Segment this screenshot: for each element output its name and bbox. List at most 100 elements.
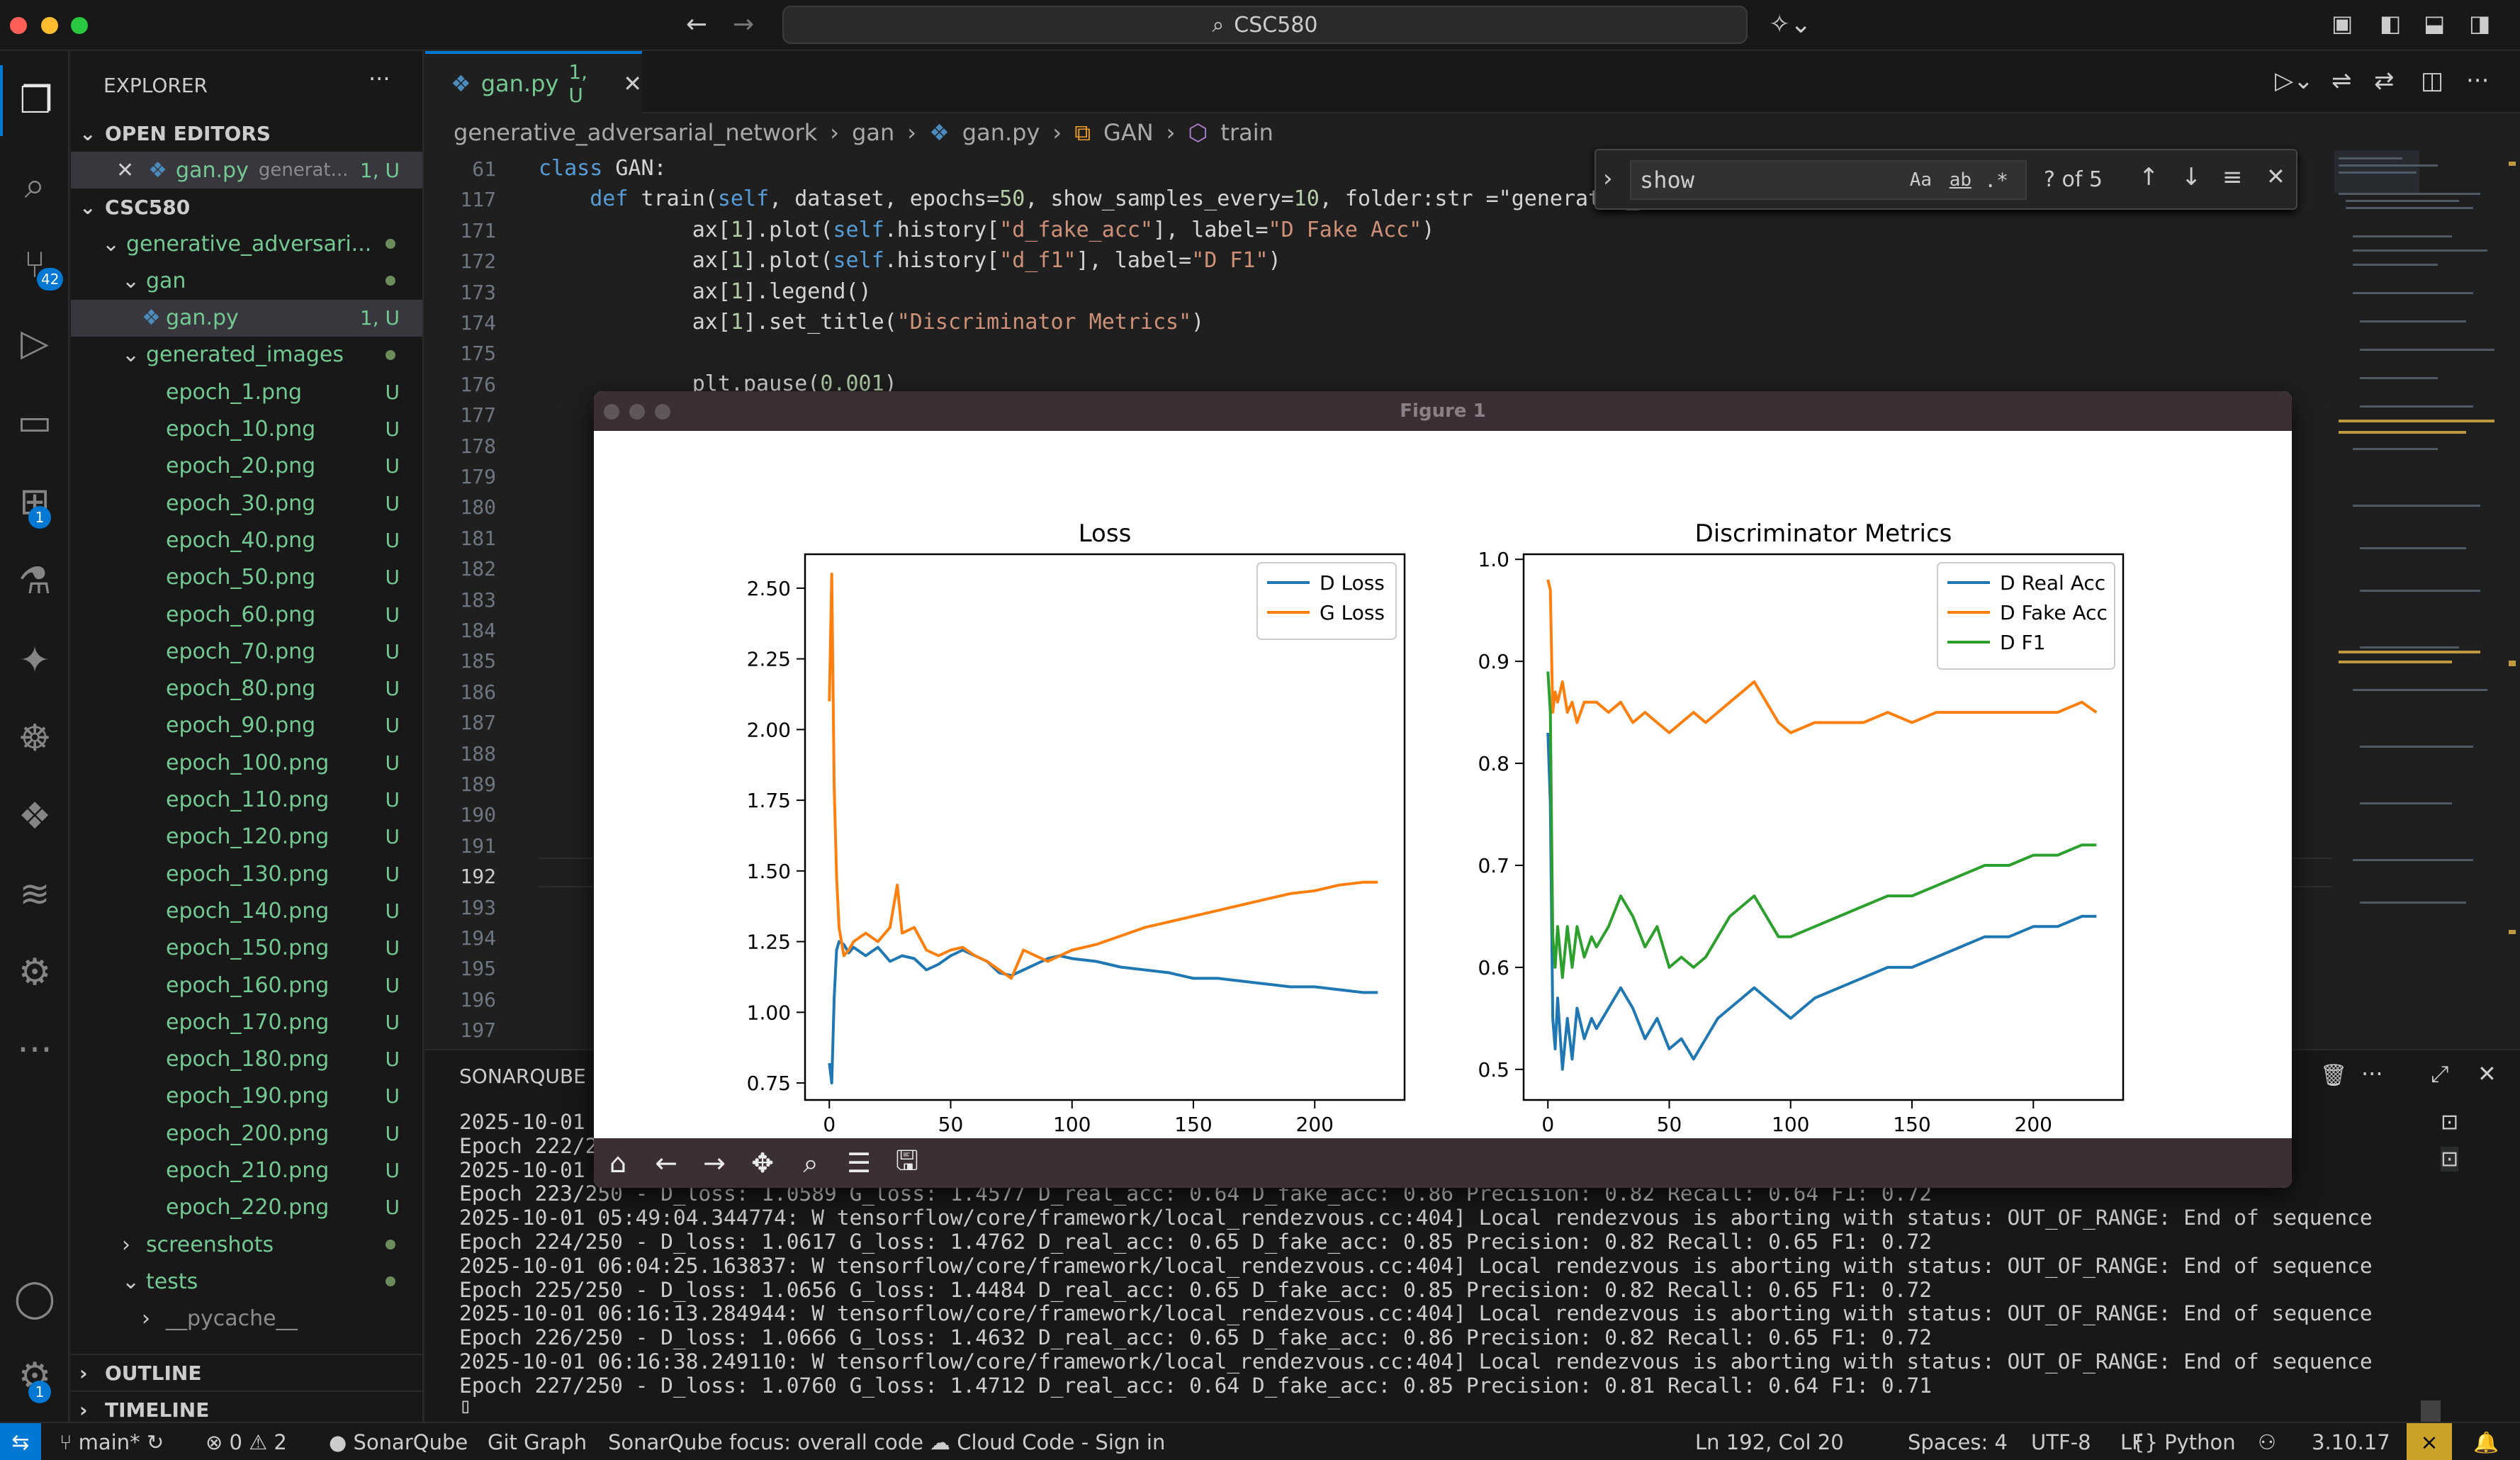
breadcrumb-item[interactable]: train [1220, 119, 1273, 146]
account-icon[interactable]: ◯ [0, 1263, 69, 1334]
language-status[interactable]: {} Python [2132, 1430, 2236, 1454]
problems-indicator[interactable]: ⊗ 0 ⚠ 2 [206, 1430, 287, 1454]
tree-item[interactable]: epoch_100.png U [71, 744, 422, 781]
tab-gan-py[interactable]: ❖ gan.py 1, U ✕ [425, 51, 642, 113]
run-python-icon[interactable]: ▷⌄ [2275, 67, 2314, 95]
save-figure-icon[interactable]: 🖫 [886, 1145, 928, 1181]
open-editor-item[interactable]: ✕ ❖ gan.py generat... 1, U [71, 152, 422, 189]
settings-gear-icon[interactable]: ⚙ 1 [0, 1341, 69, 1412]
forward-icon[interactable]: → [693, 1145, 736, 1181]
sonarqube-status[interactable]: ● SonarQube [329, 1430, 468, 1454]
gitlens-icon[interactable]: ❖ [0, 781, 69, 852]
figure-close-button[interactable] [604, 404, 619, 420]
breadcrumb-item[interactable]: GAN [1103, 119, 1154, 146]
command-center-search[interactable]: ⌕ CSC580 [782, 6, 1748, 44]
find-input[interactable]: show Aa ab .* [1630, 160, 2027, 200]
remote-indicator-icon[interactable]: ⇆ [0, 1423, 41, 1460]
next-match-icon[interactable]: ↓ [2181, 163, 2202, 191]
back-icon[interactable]: ← [645, 1145, 687, 1181]
tree-item[interactable]: ⌄ generated_images [71, 337, 422, 374]
pan-icon[interactable]: ✥ [741, 1145, 784, 1181]
more-views-icon[interactable]: ··· [0, 1015, 69, 1086]
tree-item[interactable]: epoch_70.png U [71, 633, 422, 670]
outline-header[interactable]: › OUTLINE [71, 1354, 422, 1391]
tree-item[interactable]: ❖ gan.py 1, U [71, 299, 422, 337]
indentation-status[interactable]: Spaces: 4 [1908, 1430, 2008, 1454]
back-arrow-icon[interactable]: ← [686, 10, 707, 39]
tree-item[interactable]: epoch_170.png U [71, 1004, 422, 1040]
tree-item[interactable]: epoch_120.png U [71, 819, 422, 855]
configure-subplots-icon[interactable]: ☰ [838, 1145, 880, 1181]
layout-customize-icon[interactable]: ▣ [2331, 10, 2353, 37]
notification-muted-icon[interactable]: ⨯ [2407, 1423, 2452, 1460]
close-window-button[interactable] [10, 17, 27, 34]
tree-item[interactable]: ⌄ gan [71, 262, 422, 299]
tree-item[interactable]: epoch_60.png U [71, 596, 422, 633]
forward-arrow-icon[interactable]: → [733, 10, 754, 39]
tree-item[interactable]: epoch_130.png U [71, 855, 422, 892]
sonarqube-focus-status[interactable]: SonarQube focus: overall code [608, 1430, 923, 1454]
tree-item[interactable]: epoch_40.png U [71, 522, 422, 558]
search-view-icon[interactable]: ⌕ [0, 150, 69, 221]
split-editor-icon[interactable]: ◫ [2421, 67, 2443, 95]
git-graph-status[interactable]: Git Graph [488, 1430, 587, 1454]
find-in-selection-icon[interactable]: ≡ [2222, 163, 2243, 191]
explorer-icon[interactable]: ❐ [0, 65, 69, 136]
open-editors-header[interactable]: ⌄ OPEN EDITORS [71, 115, 422, 152]
terminal-instance-icon[interactable]: ⊡ [2441, 1147, 2459, 1172]
python-version-status[interactable]: 3.10.17 [2312, 1430, 2390, 1454]
previous-match-icon[interactable]: ↑ [2139, 163, 2159, 191]
close-tab-icon[interactable]: ✕ [623, 70, 642, 97]
minimize-window-button[interactable] [41, 17, 58, 34]
figure-title-bar[interactable]: Figure 1 [594, 391, 2292, 431]
tree-item[interactable]: epoch_210.png U [71, 1152, 422, 1189]
tree-item[interactable]: ⌄ generative_adversari... [71, 225, 422, 262]
gemini-icon[interactable]: ✦ [0, 625, 69, 696]
toggle-sidebar-icon[interactable]: ◧ [2380, 10, 2401, 37]
toggle-replace-icon[interactable]: › [1603, 164, 1613, 193]
testing-icon[interactable]: ⚗ [0, 546, 69, 617]
sonarqube-icon[interactable]: ≋ [0, 859, 69, 930]
toggle-panel-icon[interactable]: ⬓ [2424, 10, 2445, 37]
tree-item[interactable]: epoch_220.png U [71, 1189, 422, 1226]
tree-item[interactable]: ⌄ tests [71, 1263, 422, 1300]
tree-item[interactable]: epoch_80.png U [71, 670, 422, 707]
remote-explorer-icon[interactable]: ▭ [0, 387, 69, 458]
maximize-window-button[interactable] [71, 17, 88, 34]
breadcrumb-item[interactable]: gan [852, 119, 894, 146]
close-find-icon[interactable]: ✕ [2266, 163, 2285, 190]
home-icon[interactable]: ⌂ [597, 1145, 639, 1181]
branch-indicator[interactable]: ⑂ main* ↻ [60, 1430, 164, 1454]
compare-icon[interactable]: ⇄ [2374, 67, 2395, 95]
panel-more-icon[interactable]: ··· [2361, 1060, 2383, 1087]
match-word-toggle[interactable]: ab [1950, 169, 1971, 191]
tree-item[interactable]: epoch_10.png U [71, 411, 422, 448]
cloud-code-status[interactable]: ☁ Cloud Code - Sign in [930, 1430, 1165, 1454]
tree-item[interactable]: epoch_90.png U [71, 707, 422, 744]
tree-item[interactable]: › __pycache__ [71, 1301, 422, 1337]
tree-item[interactable]: epoch_200.png U [71, 1115, 422, 1152]
open-changes-icon[interactable]: ⇌ [2331, 67, 2352, 95]
tree-item[interactable]: › screenshots [71, 1226, 422, 1263]
cloud-code-icon[interactable]: ⚙ [0, 937, 69, 1008]
tree-item[interactable]: epoch_1.png U [71, 374, 422, 410]
run-debug-icon[interactable]: ▷ [0, 308, 69, 378]
notifications-bell-icon[interactable]: 🔔 [2473, 1430, 2499, 1455]
cursor-position[interactable]: Ln 192, Col 20 [1695, 1430, 1844, 1454]
tree-item[interactable]: epoch_150.png U [71, 930, 422, 967]
toggle-secondary-sidebar-icon[interactable]: ◨ [2469, 10, 2490, 37]
copilot-status-icon[interactable]: ⚇ [2258, 1430, 2276, 1454]
tree-item[interactable]: epoch_190.png U [71, 1078, 422, 1115]
extensions-icon[interactable]: ⊞ 1 [0, 466, 69, 537]
trash-icon[interactable]: 🗑 [2320, 1063, 2347, 1088]
timeline-header[interactable]: › TIMELINE [71, 1391, 422, 1422]
figure-maximize-button[interactable] [655, 404, 670, 420]
panel-tab-sonarqube[interactable]: SONARQUBE [459, 1065, 586, 1088]
matplotlib-figure-window[interactable]: Figure 1 Loss 0 50 100 150 200 0.75 1.00 1.25 1.5… [594, 391, 2292, 1188]
tree-item[interactable]: epoch_140.png U [71, 892, 422, 929]
kubernetes-icon[interactable]: ☸ [0, 703, 69, 774]
minimap[interactable] [2331, 150, 2520, 1049]
copilot-icon[interactable]: ✧⌄ [1769, 10, 1811, 39]
terminal-scrollbar[interactable] [2421, 1400, 2441, 1423]
source-control-icon[interactable]: ⑂ 42 [0, 230, 69, 301]
